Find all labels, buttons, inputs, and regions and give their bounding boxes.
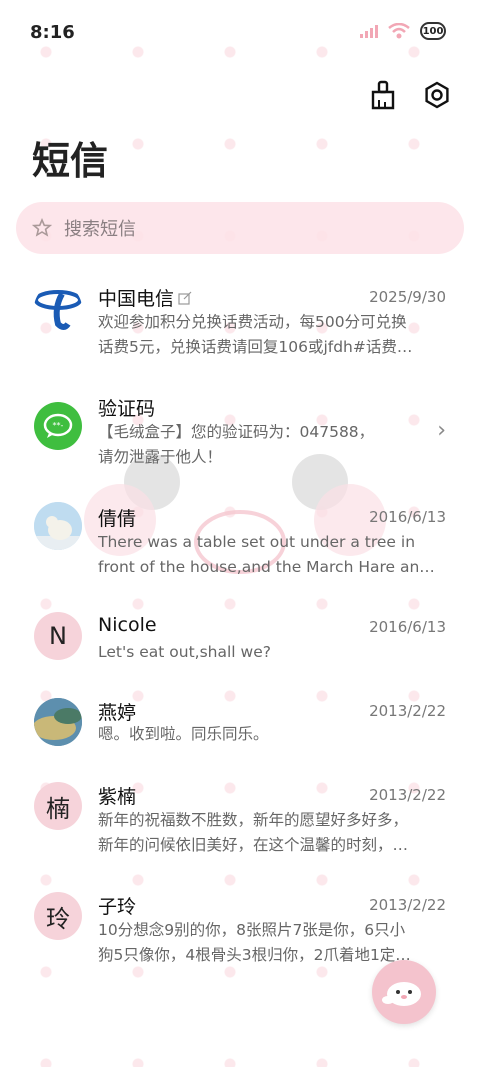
message-preview-line-2: 话费5元，兑换话费请回复106或jfdh#话费… — [98, 338, 413, 356]
settings-icon — [425, 81, 449, 109]
avatar: **- — [34, 402, 82, 450]
avatar-photo-landscape — [34, 698, 82, 746]
message-bubble-icon: **- — [43, 413, 73, 438]
clean-broom-button[interactable] — [366, 78, 400, 112]
message-preview-line-1: There was a table set out under a tree i… — [98, 533, 416, 551]
wifi-icon — [388, 23, 410, 39]
battery-icon: 100 — [420, 22, 446, 40]
star-icon — [32, 218, 52, 238]
contact-name: Nicole — [98, 614, 157, 636]
message-preview-line-1: 【毛绒盒子】您的验证码为：047588， — [98, 423, 375, 441]
settings-button[interactable] — [420, 78, 454, 112]
conversation-item-verification-code[interactable]: **- 验证码 【毛绒盒子】您的验证码为：047588， 请勿泄露于他人！ › — [0, 380, 480, 480]
message-preview-line-2: 请勿泄露于他人！ — [98, 448, 223, 466]
status-time: 8:16 — [30, 22, 75, 43]
message-preview-line-1: 新年的祝福数不胜数，新年的愿望好多好多， — [98, 811, 409, 829]
signal-icon — [360, 25, 378, 38]
svg-text:**-: **- — [53, 421, 64, 430]
broom-icon — [371, 80, 395, 110]
conversation-item-qianqian[interactable]: 倩倩 2016/6/13 There was a table set out u… — [0, 490, 480, 590]
page-title: 短信 — [32, 139, 109, 183]
message-date: 2013/2/22 — [369, 896, 446, 914]
landscape-image-icon — [34, 698, 82, 746]
polar-bear-image-icon — [34, 502, 82, 550]
avatar-letter: 楠 — [34, 782, 82, 830]
message-preview-line-1: 欢迎参加积分兑换话费活动，每500分可兑换 — [98, 313, 407, 331]
conversation-item-china-telecom[interactable]: 中国电信 2025/9/30 欢迎参加积分兑换话费活动，每500分可兑换 话费5… — [0, 270, 480, 370]
avatar-letter: 玲 — [34, 892, 82, 940]
status-bar: 8:16 100 — [0, 0, 480, 66]
avatar-photo-polar-bear — [34, 502, 82, 550]
edit-icon — [178, 291, 192, 305]
search-placeholder: 搜索短信 — [64, 219, 136, 240]
message-preview-line-2: front of the house,and the March Hare an… — [98, 558, 435, 576]
message-date: 2016/6/13 — [369, 508, 446, 526]
compose-message-button[interactable] — [372, 960, 436, 1024]
contact-name: 倩倩 — [98, 508, 137, 530]
contact-name: 验证码 — [98, 398, 156, 420]
conversation-item-yanting[interactable]: 燕婷 2013/2/22 嗯。收到啦。同乐同乐。 — [0, 690, 480, 790]
message-preview-line-1: Let's eat out,shall we? — [98, 643, 271, 661]
avatar-letter: N — [34, 612, 82, 660]
contact-name: 中国电信 — [98, 288, 175, 310]
contact-name: 紫楠 — [98, 786, 137, 808]
message-date: 2013/2/22 — [369, 702, 446, 720]
contact-name: 燕婷 — [98, 702, 137, 724]
conversation-item-zinan[interactable]: 楠 紫楠 2013/2/22 新年的祝福数不胜数，新年的愿望好多好多， 新年的问… — [0, 782, 480, 882]
message-date: 2016/6/13 — [369, 618, 446, 636]
contact-name: 子玲 — [98, 896, 137, 918]
chevron-right-icon: › — [437, 418, 446, 443]
message-preview-line-2: 新年的问候依旧美好，在这个温馨的时刻，… — [98, 836, 409, 854]
message-date: 2013/2/22 — [369, 786, 446, 804]
search-bar[interactable]: 搜索短信 — [16, 202, 464, 254]
message-preview-line-1: 嗯。收到啦。同乐同乐。 — [98, 725, 269, 743]
china-telecom-logo-icon — [34, 290, 82, 330]
conversation-item-nicole[interactable]: N Nicole 2016/6/13 Let's eat out,shall w… — [0, 600, 480, 700]
message-preview-line-1: 10分想念9别的你，8张照片7张是你，6只小 — [98, 921, 406, 939]
cute-seal-icon — [382, 982, 421, 1006]
message-date: 2025/9/30 — [369, 288, 446, 306]
avatar — [34, 284, 82, 332]
